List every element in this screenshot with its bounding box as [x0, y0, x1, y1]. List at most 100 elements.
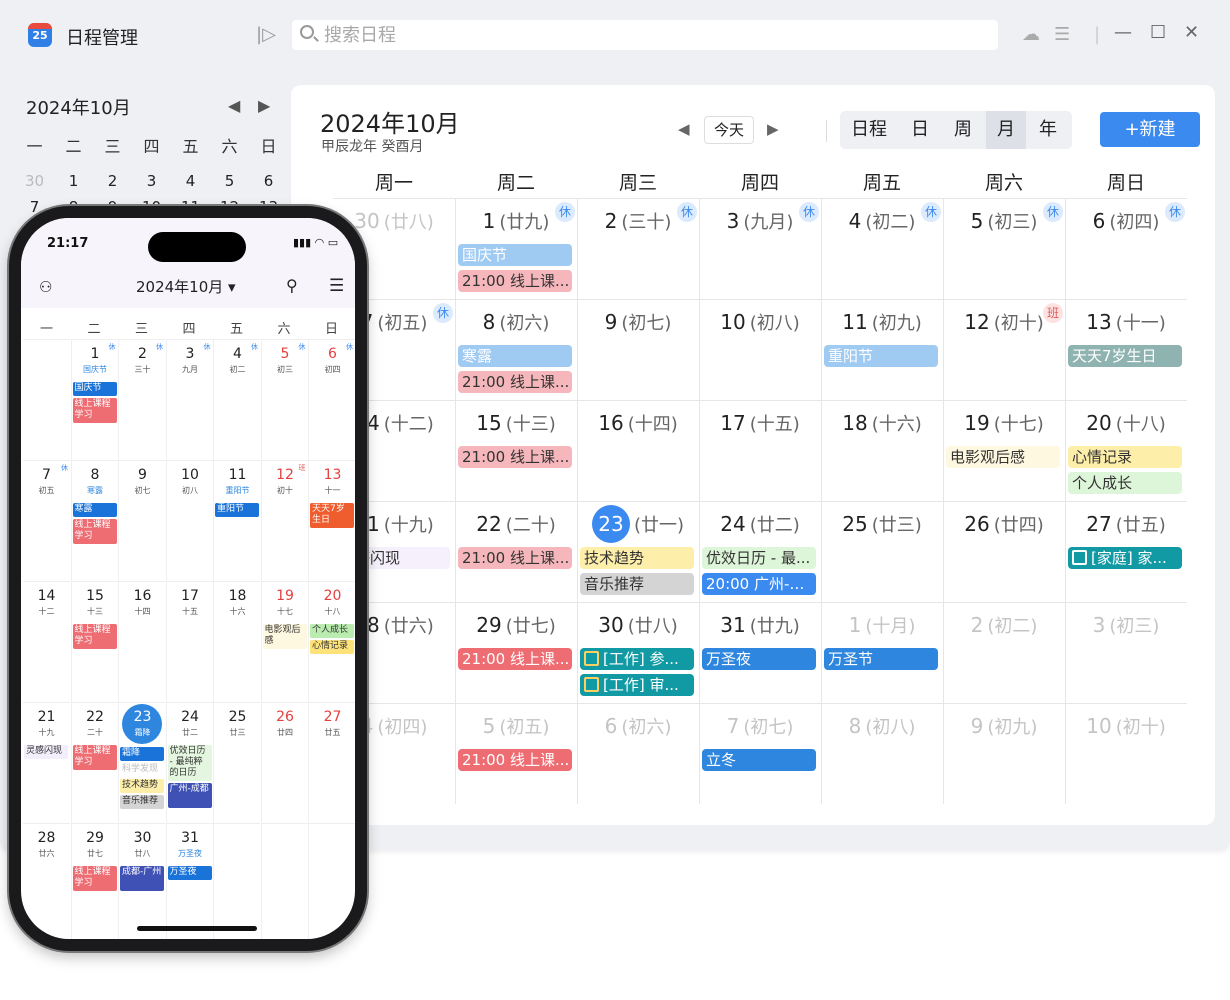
day-cell[interactable]: 5 (初三) 休	[943, 198, 1065, 299]
day-cell[interactable]: 3 (初三)	[1065, 602, 1187, 703]
phone-event-chip[interactable]: 天天7岁生日	[310, 503, 354, 528]
cloud-sync-icon[interactable]: ☁	[1022, 24, 1040, 45]
day-cell[interactable]: 18 (十六)	[821, 400, 943, 501]
phone-event-chip[interactable]: 电影观后感	[262, 624, 307, 649]
phone-day-cell[interactable]: 25 廿三	[213, 702, 260, 823]
day-cell[interactable]: 11 (初九) 重阳节	[821, 299, 943, 400]
phone-day-cell[interactable]: 6 初四休	[308, 339, 355, 460]
event-chip[interactable]: 21:00 线上课...	[458, 446, 572, 468]
checkbox-icon[interactable]	[584, 651, 599, 666]
event-chip[interactable]: 寒露	[458, 345, 572, 367]
maximize-icon[interactable]: ☐	[1150, 22, 1166, 43]
mini-day[interactable]: 1	[54, 172, 93, 190]
day-cell[interactable]: 2 (初二)	[943, 602, 1065, 703]
sidebar-collapse-icon[interactable]: |▷	[256, 24, 276, 45]
phone-day-cell[interactable]	[308, 823, 355, 939]
day-cell[interactable]: 29 (廿七) 21:00 线上课...	[455, 602, 577, 703]
view-year-button[interactable]: 年	[1027, 111, 1069, 149]
day-cell[interactable]: 9 (初九)	[943, 703, 1065, 804]
phone-menu-icon[interactable]: ☰	[329, 276, 344, 296]
search-input[interactable]	[324, 23, 984, 47]
event-chip[interactable]: 国庆节	[458, 244, 572, 266]
phone-event-chip[interactable]: 线上课程学习	[72, 519, 117, 544]
phone-day-cell[interactable]: 29 廿七 线上课程学习	[70, 823, 118, 939]
event-chip[interactable]: 重阳节	[824, 345, 938, 367]
menu-icon[interactable]: ☰	[1054, 24, 1070, 45]
event-chip[interactable]: 立冬	[702, 749, 816, 771]
phone-day-cell[interactable]: 3 九月休	[165, 339, 213, 460]
phone-event-chip[interactable]: 成都-广州	[120, 866, 164, 891]
phone-day-cell[interactable]: 20 十八 个人成长 心情记录	[308, 581, 355, 702]
phone-day-cell[interactable]: 30 廿八 成都-广州	[118, 823, 165, 939]
view-day-button[interactable]: 日	[899, 111, 941, 149]
day-cell[interactable]: 1 (十月) 万圣节	[821, 602, 943, 703]
mini-day[interactable]: 30	[15, 172, 54, 190]
day-cell[interactable]: 27 (廿五) [家庭] 家...	[1065, 501, 1187, 602]
phone-day-cell[interactable]: 23 霜降 霜降 科学发现 技术趋势 音乐推荐	[118, 702, 165, 823]
phone-event-chip[interactable]: 灵感闪现	[24, 745, 68, 759]
search-box[interactable]	[292, 20, 998, 50]
day-cell[interactable]: 10 (初十)	[1065, 703, 1187, 804]
event-chip[interactable]: 心情记录	[1068, 446, 1182, 468]
phone-event-chip[interactable]: 广州-成都	[167, 783, 212, 808]
mini-day[interactable]: 5	[210, 172, 249, 190]
event-chip[interactable]: 天天7岁生日	[1068, 345, 1182, 367]
event-chip[interactable]: 万圣节	[824, 648, 938, 670]
day-cell[interactable]: 5 (初五) 21:00 线上课...	[455, 703, 577, 804]
phone-event-chip[interactable]: 重阳节	[215, 503, 259, 517]
event-chip[interactable]: 21:00 线上课...	[458, 547, 572, 569]
phone-day-cell[interactable]: 4 初二休	[213, 339, 260, 460]
phone-day-cell[interactable]	[23, 339, 70, 460]
phone-day-cell[interactable]	[213, 823, 260, 939]
phone-event-chip[interactable]: 科学发现	[120, 763, 164, 777]
phone-day-cell[interactable]: 28 廿六	[23, 823, 70, 939]
phone-event-chip[interactable]: 寒露	[72, 503, 117, 517]
day-cell[interactable]: 13 (十一) 天天7岁生日	[1065, 299, 1187, 400]
day-cell[interactable]: 19 (十七) 电影观后感	[943, 400, 1065, 501]
phone-day-cell[interactable]	[260, 823, 308, 939]
user-icon[interactable]: ⚇	[39, 278, 52, 296]
day-cell[interactable]: 9 (初七)	[577, 299, 699, 400]
phone-day-cell[interactable]: 31 万圣夜 万圣夜	[165, 823, 213, 939]
phone-day-cell[interactable]: 2 三十休	[118, 339, 165, 460]
event-chip[interactable]: 音乐推荐	[580, 573, 694, 595]
event-chip[interactable]: 21:00 线上课...	[458, 270, 572, 292]
event-chip[interactable]: [工作] 审...	[580, 674, 694, 696]
phone-event-chip[interactable]: 线上课程学习	[72, 866, 117, 891]
mini-day[interactable]: 2	[93, 172, 132, 190]
phone-search-icon[interactable]: ⚲	[286, 276, 298, 295]
phone-event-chip[interactable]: 线上课程学习	[72, 624, 117, 649]
day-cell[interactable]: 22 (二十) 21:00 线上课...	[455, 501, 577, 602]
phone-day-cell[interactable]: 21 十九 灵感闪现	[23, 702, 70, 823]
phone-event-chip[interactable]: 线上课程学习	[72, 745, 117, 770]
phone-day-cell[interactable]: 15 十三 线上课程学习	[70, 581, 118, 702]
phone-event-chip[interactable]: 线上课程学习	[72, 398, 117, 423]
day-cell[interactable]: 25 (廿三)	[821, 501, 943, 602]
event-chip[interactable]: 技术趋势	[580, 547, 694, 569]
phone-day-cell[interactable]: 12 初十班	[260, 460, 308, 581]
today-button[interactable]: 今天	[704, 116, 754, 144]
day-cell[interactable]: 26 (廿四)	[943, 501, 1065, 602]
phone-day-cell[interactable]: 11 重阳节 重阳节	[213, 460, 260, 581]
day-cell[interactable]: 30 (廿八) [工作] 参... [工作] 审...	[577, 602, 699, 703]
day-cell[interactable]: 23 (廿一) 技术趋势 音乐推荐	[577, 501, 699, 602]
event-chip[interactable]: 万圣夜	[702, 648, 816, 670]
phone-event-chip[interactable]: 优效日历 - 最纯粹的日历	[167, 745, 212, 781]
day-cell[interactable]: 31 (廿九) 万圣夜	[699, 602, 821, 703]
event-chip[interactable]: 21:00 线上课...	[458, 371, 572, 393]
phone-day-cell[interactable]: 26 廿四	[260, 702, 308, 823]
day-cell[interactable]: 12 (初十) 班	[943, 299, 1065, 400]
phone-day-cell[interactable]: 24 廿二 优效日历 - 最纯粹的日历 广州-成都	[165, 702, 213, 823]
phone-event-chip[interactable]: 心情记录	[310, 640, 354, 654]
checkbox-icon[interactable]	[584, 677, 599, 692]
day-cell[interactable]: 8 (初六) 寒露 21:00 线上课...	[455, 299, 577, 400]
day-cell[interactable]: 7 (初七) 立冬	[699, 703, 821, 804]
phone-event-chip[interactable]: 国庆节	[72, 382, 117, 396]
day-cell[interactable]: 4 (初二) 休	[821, 198, 943, 299]
day-cell[interactable]: 6 (初六)	[577, 703, 699, 804]
phone-event-chip[interactable]: 万圣夜	[167, 866, 212, 880]
phone-day-cell[interactable]: 19 十七 电影观后感	[260, 581, 308, 702]
next-month-icon[interactable]: ▶	[767, 120, 779, 138]
day-cell[interactable]: 3 (九月) 休	[699, 198, 821, 299]
phone-event-chip[interactable]: 霜降	[120, 747, 164, 761]
